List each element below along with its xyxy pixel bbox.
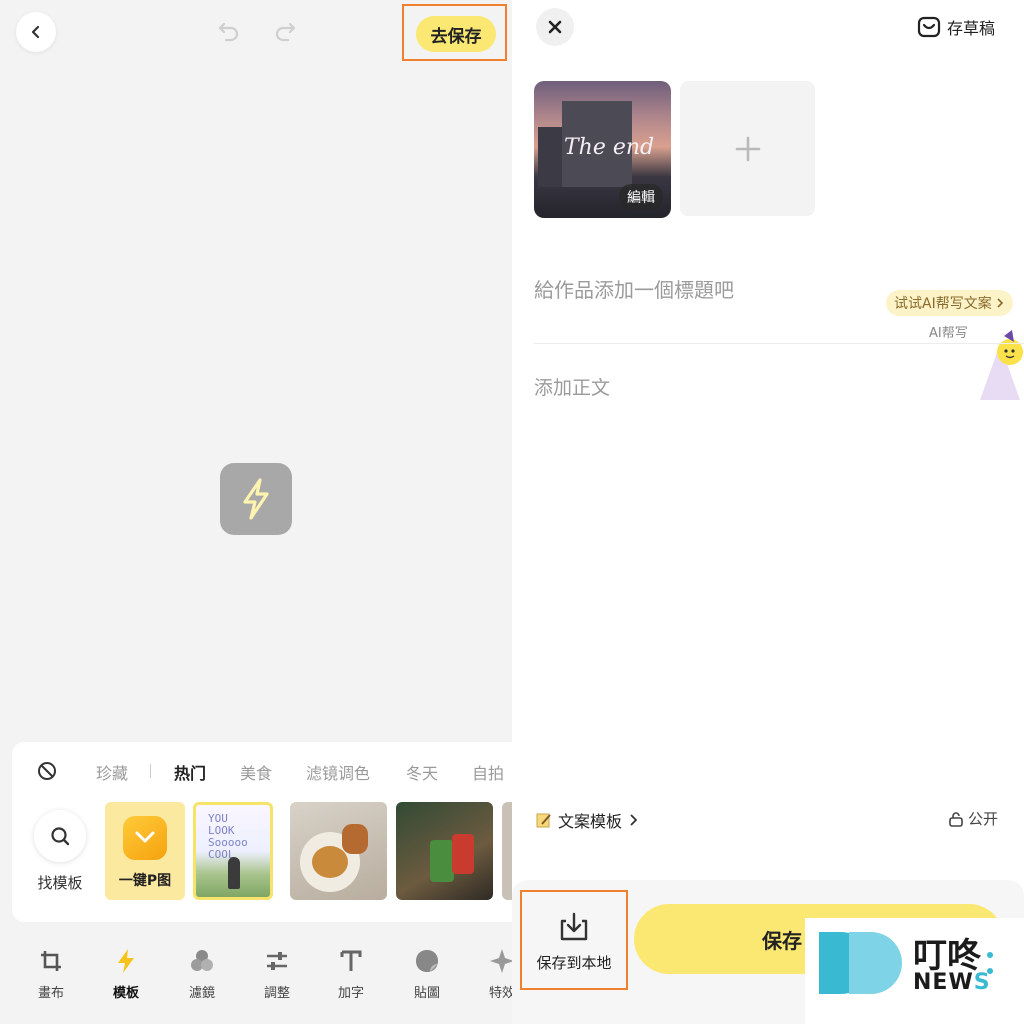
search-circle [34, 810, 86, 862]
close-icon [548, 20, 562, 34]
template-label: 一键P图 [118, 873, 172, 889]
save-local-button[interactable]: 保存到本地 [522, 910, 626, 973]
find-template-label: 找模板 [37, 874, 83, 892]
edit-photo-button[interactable]: 編輯 [619, 184, 663, 210]
tart-shape [312, 846, 348, 878]
tool-canvas[interactable]: 畫布 [21, 948, 81, 1001]
save-draft-label: 存草稿 [947, 19, 996, 38]
add-photo-button[interactable] [680, 81, 815, 216]
save-draft-button[interactable]: 存草稿 [917, 14, 995, 40]
redo-button[interactable] [272, 18, 298, 44]
visibility-toggle[interactable]: 公开 [948, 808, 998, 829]
ai-mascot-icon[interactable] [980, 330, 1024, 400]
tab-selfie[interactable]: 自拍 [472, 760, 504, 784]
watermark-dot [987, 968, 993, 974]
close-button[interactable] [536, 8, 574, 46]
plus-icon [735, 136, 760, 161]
tab-winter[interactable]: 冬天 [406, 760, 438, 784]
editor-toolbar: 畫布 模板 濾鏡 調整 加字 貼圖 特效 [0, 940, 512, 1024]
chevron-right-icon [630, 814, 638, 826]
tool-label: 畫布 [37, 986, 64, 1001]
back-button[interactable] [16, 12, 56, 52]
sliders-icon [264, 948, 290, 974]
ai-try-label: 试试AI帮写文案 [894, 296, 992, 312]
sparkle-icon [489, 948, 512, 974]
tab-divider [150, 764, 151, 778]
template-placeholder [220, 463, 292, 535]
chevron-right-icon [997, 298, 1003, 308]
tool-label: 濾鏡 [188, 986, 215, 1001]
news-watermark: 叮咚 NEWS [805, 918, 1024, 1024]
dingdong-logo-icon [819, 932, 902, 994]
save-local-highlight-box: 保存到本地 [520, 890, 628, 990]
tab-collection[interactable]: 珍藏 [96, 760, 128, 784]
lightning-icon [243, 478, 269, 520]
tool-label: 模板 [112, 986, 139, 1001]
template-picker: 珍藏 热门 美食 滤镜调色 冬天 自拍 找模板 一键P图 YOU LOOK So… [12, 742, 512, 922]
category-tabs: 珍藏 热门 美食 滤镜调色 冬天 自拍 [12, 756, 512, 784]
search-icon [51, 827, 70, 846]
tool-label: 貼圖 [413, 986, 440, 1001]
crop-icon [38, 948, 64, 974]
template-drinks[interactable] [396, 802, 493, 900]
tab-popular[interactable]: 热门 [174, 760, 206, 784]
watermark-en: NEWS [913, 970, 991, 995]
tool-sticker[interactable]: 貼圖 [397, 948, 457, 1001]
draft-box-icon [917, 16, 941, 38]
no-template-icon[interactable] [36, 760, 58, 782]
tool-effects[interactable]: 特效 [472, 948, 512, 1001]
redo-icon [275, 22, 296, 42]
post-panel: 存草稿 The end 編輯 給作品添加一個標題吧 试试AI帮写文案 AI帮写 … [512, 0, 1024, 1024]
template-text: YOU LOOK Sooooo COOL [208, 812, 248, 861]
find-template-button[interactable]: 找模板 [32, 810, 88, 893]
template-partial[interactable] [502, 802, 512, 900]
editor-panel: 去保存 珍藏 热门 美食 滤镜调色 冬天 自拍 找模板 一键P图 YOU LOO… [0, 0, 512, 1024]
ai-write-suggestion-button[interactable]: 试试AI帮写文案 [886, 290, 1013, 316]
can-shape [452, 834, 474, 874]
ai-write-label: AI帮写 [929, 326, 968, 341]
lightning-icon [113, 948, 139, 974]
save-local-label: 保存到本地 [536, 954, 612, 972]
sticker-icon [414, 948, 440, 974]
filter-circles-icon [189, 948, 215, 974]
lock-open-icon [949, 811, 963, 827]
person-silhouette [228, 857, 240, 889]
copy-template-link[interactable]: 文案模板 [536, 808, 638, 832]
template-you-look-cool[interactable]: YOU LOOK Sooooo COOL [193, 802, 273, 900]
title-input[interactable]: 給作品添加一個標題吧 [534, 274, 734, 303]
visibility-label: 公开 [968, 810, 999, 828]
tab-filter[interactable]: 滤镜调色 [306, 760, 370, 784]
tool-label: 特效 [488, 986, 512, 1001]
heart-bubble-icon [123, 816, 167, 860]
pastry-shape [342, 824, 368, 854]
watermark-en-main: NEW [913, 970, 974, 995]
chevron-left-icon [31, 25, 40, 39]
template-food[interactable] [290, 802, 387, 900]
tool-template[interactable]: 模板 [96, 948, 156, 1001]
copy-template-label: 文案模板 [558, 812, 623, 831]
undo-button[interactable] [216, 18, 242, 44]
divider [534, 343, 1024, 344]
tool-text[interactable]: 加字 [321, 948, 381, 1001]
tab-food[interactable]: 美食 [240, 760, 272, 784]
tool-adjust[interactable]: 調整 [247, 948, 307, 1001]
tool-label: 調整 [263, 986, 290, 1001]
watermark-dot [987, 952, 993, 958]
tool-label: 加字 [337, 986, 364, 1001]
template-one-click[interactable]: 一键P图 [105, 802, 185, 900]
save-highlight-box: 去保存 [402, 4, 507, 61]
body-input[interactable]: 添加正文 [534, 373, 610, 400]
notepad-icon [536, 813, 551, 828]
photo-overlay-text: The end [564, 135, 655, 160]
undo-icon [218, 22, 239, 42]
can-shape [430, 840, 454, 882]
go-save-button[interactable]: 去保存 [416, 16, 496, 52]
post-photo[interactable]: The end 編輯 [534, 81, 671, 218]
download-icon [557, 910, 591, 944]
text-icon [338, 948, 364, 974]
tool-filter[interactable]: 濾鏡 [172, 948, 232, 1001]
